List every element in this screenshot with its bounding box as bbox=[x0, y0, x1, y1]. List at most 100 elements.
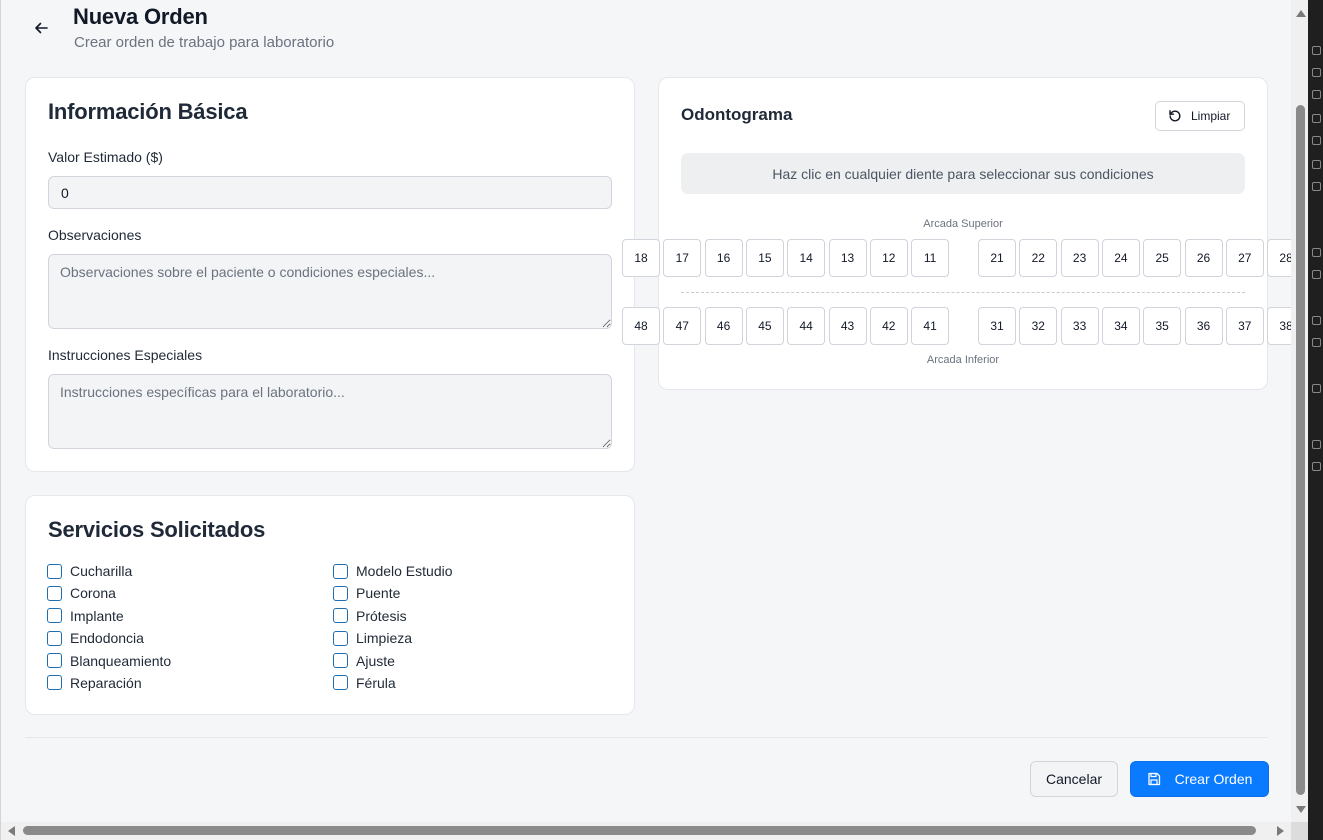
tooth-button[interactable]: 44 bbox=[787, 307, 826, 345]
footer-divider bbox=[25, 737, 1268, 738]
service-endodoncia[interactable]: Endodoncia bbox=[47, 630, 333, 646]
services-title: Servicios Solicitados bbox=[48, 517, 266, 542]
service-label: Reparación bbox=[70, 674, 142, 691]
order-page: Nueva Orden Crear orden de trabajo para … bbox=[0, 0, 1308, 840]
page-subtitle: Crear orden de trabajo para laboratorio bbox=[74, 34, 335, 51]
tooth-button[interactable]: 26 bbox=[1184, 239, 1223, 277]
arrow-left-icon bbox=[35, 22, 48, 34]
service-label: Prótesis bbox=[356, 607, 407, 624]
tooth-button[interactable]: 22 bbox=[1019, 239, 1058, 277]
special-instructions-label: Instrucciones Especiales bbox=[48, 347, 203, 363]
tooth-button[interactable]: 48 bbox=[622, 307, 660, 345]
horizontal-scrollbar[interactable] bbox=[1, 822, 1291, 840]
scrollbar-corner bbox=[1291, 822, 1308, 840]
adjacent-window-strip bbox=[1308, 0, 1323, 840]
vertical-scrollbar[interactable] bbox=[1291, 0, 1308, 822]
tooth-button[interactable]: 47 bbox=[663, 307, 702, 345]
tooth-button[interactable]: 14 bbox=[787, 239, 826, 277]
checkbox[interactable] bbox=[47, 653, 62, 669]
service-label: Férula bbox=[356, 674, 396, 691]
create-order-label: Crear Orden bbox=[1174, 771, 1253, 787]
service-label: Cucharilla bbox=[70, 563, 133, 579]
upper-arch-label: Arcada Superior bbox=[923, 218, 1003, 230]
tooth-button[interactable]: 21 bbox=[978, 239, 1016, 277]
service-ferula[interactable]: Férula bbox=[333, 675, 607, 691]
create-order-button[interactable]: Crear Orden bbox=[1130, 761, 1269, 797]
back-button[interactable] bbox=[29, 16, 53, 40]
clear-button[interactable]: Limpiar bbox=[1155, 101, 1245, 131]
tooth-button[interactable]: 27 bbox=[1225, 239, 1264, 277]
scroll-right-icon[interactable] bbox=[1277, 826, 1284, 836]
tooth-button[interactable]: 11 bbox=[911, 239, 950, 277]
scroll-down-icon[interactable] bbox=[1296, 806, 1306, 813]
service-implante[interactable]: Implante bbox=[47, 608, 333, 624]
service-label: Implante bbox=[70, 607, 124, 624]
tooth-button[interactable]: 33 bbox=[1060, 307, 1099, 345]
tooth-button[interactable]: 36 bbox=[1184, 307, 1223, 345]
tooth-button[interactable]: 43 bbox=[828, 307, 867, 345]
odontogram-hint: Haz clic en cualquier diente para selecc… bbox=[681, 153, 1245, 194]
basic-info-title: Información Básica bbox=[48, 99, 248, 124]
checkbox[interactable] bbox=[47, 585, 62, 601]
checkbox[interactable] bbox=[47, 563, 62, 579]
service-limpieza[interactable]: Limpieza bbox=[333, 630, 607, 646]
tooth-button[interactable]: 24 bbox=[1101, 239, 1140, 277]
scroll-left-icon[interactable] bbox=[8, 826, 15, 836]
tooth-button[interactable]: 34 bbox=[1101, 307, 1140, 345]
service-corona[interactable]: Corona bbox=[47, 585, 333, 601]
lower-arch-label: Arcada Inferior bbox=[926, 354, 1000, 366]
checkbox[interactable] bbox=[333, 653, 348, 669]
save-icon bbox=[1147, 772, 1160, 786]
observations-textarea[interactable] bbox=[48, 254, 612, 329]
service-protesis[interactable]: Prótesis bbox=[333, 608, 607, 624]
service-label: Blanqueamiento bbox=[70, 652, 172, 669]
scroll-up-icon[interactable] bbox=[1296, 10, 1306, 17]
service-modelo-estudio[interactable]: Modelo Estudio bbox=[333, 563, 607, 579]
tooth-button[interactable]: 15 bbox=[745, 239, 784, 277]
tooth-button[interactable]: 23 bbox=[1060, 239, 1099, 277]
service-label: Puente bbox=[356, 585, 401, 602]
clear-label: Limpiar bbox=[1191, 109, 1231, 123]
tooth-button[interactable]: 18 bbox=[622, 239, 660, 277]
special-instructions-textarea[interactable] bbox=[48, 374, 612, 449]
checkbox[interactable] bbox=[333, 630, 348, 646]
checkbox[interactable] bbox=[333, 608, 348, 624]
checkbox[interactable] bbox=[47, 675, 62, 691]
checkbox[interactable] bbox=[47, 630, 62, 646]
tooth-button[interactable]: 25 bbox=[1143, 239, 1182, 277]
odontogram-title: Odontograma bbox=[681, 105, 793, 124]
service-cucharilla[interactable]: Cucharilla bbox=[47, 563, 333, 579]
tooth-button[interactable]: 35 bbox=[1143, 307, 1182, 345]
tooth-button[interactable]: 17 bbox=[663, 239, 702, 277]
service-label: Limpieza bbox=[356, 630, 413, 647]
rotate-ccw-icon bbox=[1169, 110, 1181, 122]
checkbox[interactable] bbox=[47, 608, 62, 624]
tooth-button[interactable]: 45 bbox=[745, 307, 784, 345]
tooth-button[interactable]: 31 bbox=[978, 307, 1016, 345]
tooth-button[interactable]: 37 bbox=[1225, 307, 1264, 345]
tooth-button[interactable]: 16 bbox=[704, 239, 743, 277]
service-label: Endodoncia bbox=[70, 630, 144, 647]
service-blanqueamiento[interactable]: Blanqueamiento bbox=[47, 653, 333, 669]
tooth-button[interactable]: 13 bbox=[828, 239, 867, 277]
service-puente[interactable]: Puente bbox=[333, 585, 607, 601]
cancel-button[interactable]: Cancelar bbox=[1030, 761, 1118, 797]
tooth-button[interactable]: 32 bbox=[1019, 307, 1058, 345]
tooth-button[interactable]: 12 bbox=[869, 239, 908, 277]
checkbox[interactable] bbox=[333, 675, 348, 691]
tooth-button[interactable]: 42 bbox=[869, 307, 908, 345]
checkbox[interactable] bbox=[333, 563, 348, 579]
service-ajuste[interactable]: Ajuste bbox=[333, 653, 607, 669]
services-list: Cucharilla Modelo Estudio Corona Puente … bbox=[47, 563, 607, 691]
vertical-scroll-thumb[interactable] bbox=[1296, 105, 1305, 795]
service-label: Modelo Estudio bbox=[356, 563, 453, 579]
service-reparacion[interactable]: Reparación bbox=[47, 675, 333, 691]
tooth-button[interactable]: 41 bbox=[911, 307, 950, 345]
checkbox[interactable] bbox=[333, 585, 348, 601]
service-label: Corona bbox=[70, 585, 116, 602]
tooth-button[interactable]: 46 bbox=[704, 307, 743, 345]
service-label: Ajuste bbox=[356, 652, 395, 669]
estimated-value-label: Valor Estimado ($) bbox=[48, 149, 163, 165]
horizontal-scroll-thumb[interactable] bbox=[23, 826, 1256, 835]
estimated-value-input[interactable] bbox=[48, 176, 612, 209]
